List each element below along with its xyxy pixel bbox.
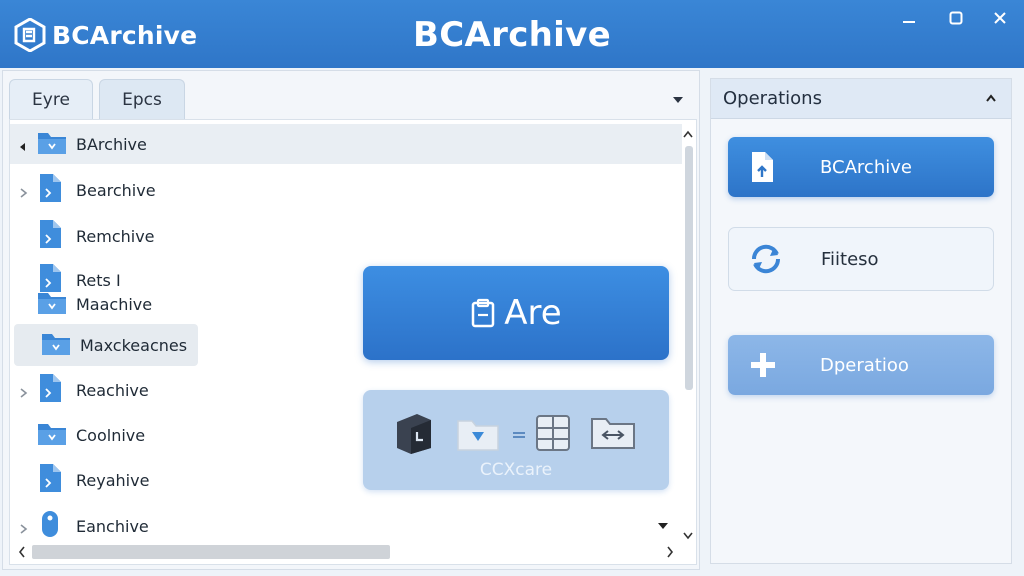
scroll-down-icon[interactable]	[681, 530, 695, 542]
document-icon	[36, 218, 64, 254]
minimize-icon	[903, 21, 915, 23]
tree-item-label: BArchive	[76, 134, 147, 154]
folder-icon	[36, 288, 68, 320]
scroll-up-icon[interactable]	[681, 128, 695, 140]
document-icon	[36, 172, 64, 208]
horizontal-scroll-thumb[interactable]	[32, 545, 390, 559]
file-browser-panel: Eyre Epcs BArchive Bearchive Remchive Rets …	[2, 70, 700, 570]
tree-item[interactable]: Maachive	[10, 284, 310, 324]
tree-item-label: Eanchive	[76, 516, 149, 536]
chevron-up-icon[interactable]	[985, 93, 997, 103]
archive-button-label: Are	[504, 293, 562, 333]
document-icon	[36, 462, 64, 498]
operations-header[interactable]: Operations	[711, 79, 1011, 119]
refresh-icon	[751, 244, 781, 274]
tree-item-label: Coolnive	[76, 425, 146, 445]
file-box-icon	[397, 414, 431, 454]
minimize-button[interactable]	[895, 6, 923, 30]
scroll-right-icon[interactable]	[664, 545, 676, 559]
tree-item-label: Reachive	[76, 380, 149, 400]
expand-icon[interactable]	[17, 384, 29, 398]
dperatioo-operation-button[interactable]: Dperatioo	[728, 335, 994, 395]
equals-icon	[513, 432, 525, 438]
drive-icon	[36, 508, 64, 544]
tree-item[interactable]: Reyahive	[10, 460, 310, 500]
dperatioo-operation-label: Dperatioo	[820, 354, 909, 376]
tree-item[interactable]: Reachive	[10, 370, 310, 410]
maximize-icon	[949, 11, 963, 25]
tree-item-label: Reyahive	[76, 470, 150, 490]
tree-item[interactable]: BArchive	[10, 124, 682, 164]
plus-icon	[751, 353, 775, 377]
tree-item-label: Remchive	[76, 226, 155, 246]
convert-card[interactable]: CCXcare	[363, 390, 669, 490]
expand-icon[interactable]	[17, 520, 29, 534]
tree-item[interactable]: Bearchive	[10, 170, 310, 210]
grid-icon	[536, 415, 570, 451]
fiiteso-operation-label: Fiiteso	[821, 248, 879, 270]
window-title: BCArchive	[413, 15, 611, 55]
expand-icon[interactable]	[17, 184, 29, 198]
tree-item[interactable]: Remchive	[10, 216, 310, 256]
close-icon	[994, 12, 1006, 24]
bcarchive-operation-button[interactable]: BCArchive	[728, 137, 994, 197]
tree-item[interactable]: Eanchive	[10, 506, 310, 546]
tree-dropdown-icon[interactable]	[657, 521, 669, 531]
transfer-folder-icon	[591, 418, 635, 449]
tab-eyre[interactable]: Eyre	[9, 79, 93, 119]
tree-item-label: Maxckeacnes	[80, 335, 188, 355]
folder-icon	[36, 128, 68, 160]
title-bar: BCArchive BCArchive	[0, 0, 1024, 68]
file-tree: BArchive Bearchive Remchive Rets I Maachive M…	[9, 119, 697, 565]
tree-item[interactable]: Coolnive	[10, 415, 310, 455]
tab-dropdown-icon[interactable]	[671, 95, 685, 105]
maximize-button[interactable]	[942, 6, 970, 30]
archive-button[interactable]: Are	[363, 266, 669, 360]
convert-card-label: CCXcare	[479, 460, 553, 480]
upload-file-icon	[752, 152, 773, 182]
close-button[interactable]	[986, 6, 1014, 30]
tree-item[interactable]: Maxckeacnes	[14, 324, 198, 366]
document-icon	[36, 372, 64, 408]
vertical-scroll-thumb[interactable]	[685, 146, 693, 390]
collapse-icon[interactable]	[17, 138, 29, 151]
folder-icon	[40, 329, 72, 361]
tree-item-label: Maachive	[76, 294, 153, 314]
bcarchive-operation-label: BCArchive	[820, 156, 912, 178]
vertical-scrollbar[interactable]	[681, 128, 695, 548]
folder-icon	[457, 420, 499, 451]
tab-epcs[interactable]: Epcs	[99, 79, 185, 119]
fiiteso-operation-button[interactable]: Fiiteso	[728, 227, 994, 291]
folder-icon	[36, 419, 68, 451]
scroll-left-icon[interactable]	[16, 545, 28, 559]
operations-panel: Operations BCArchive Fiiteso Dperatioo	[710, 78, 1012, 564]
archive-icon	[472, 298, 495, 328]
tree-item-label: Bearchive	[76, 180, 156, 200]
operations-title: Operations	[723, 88, 822, 109]
